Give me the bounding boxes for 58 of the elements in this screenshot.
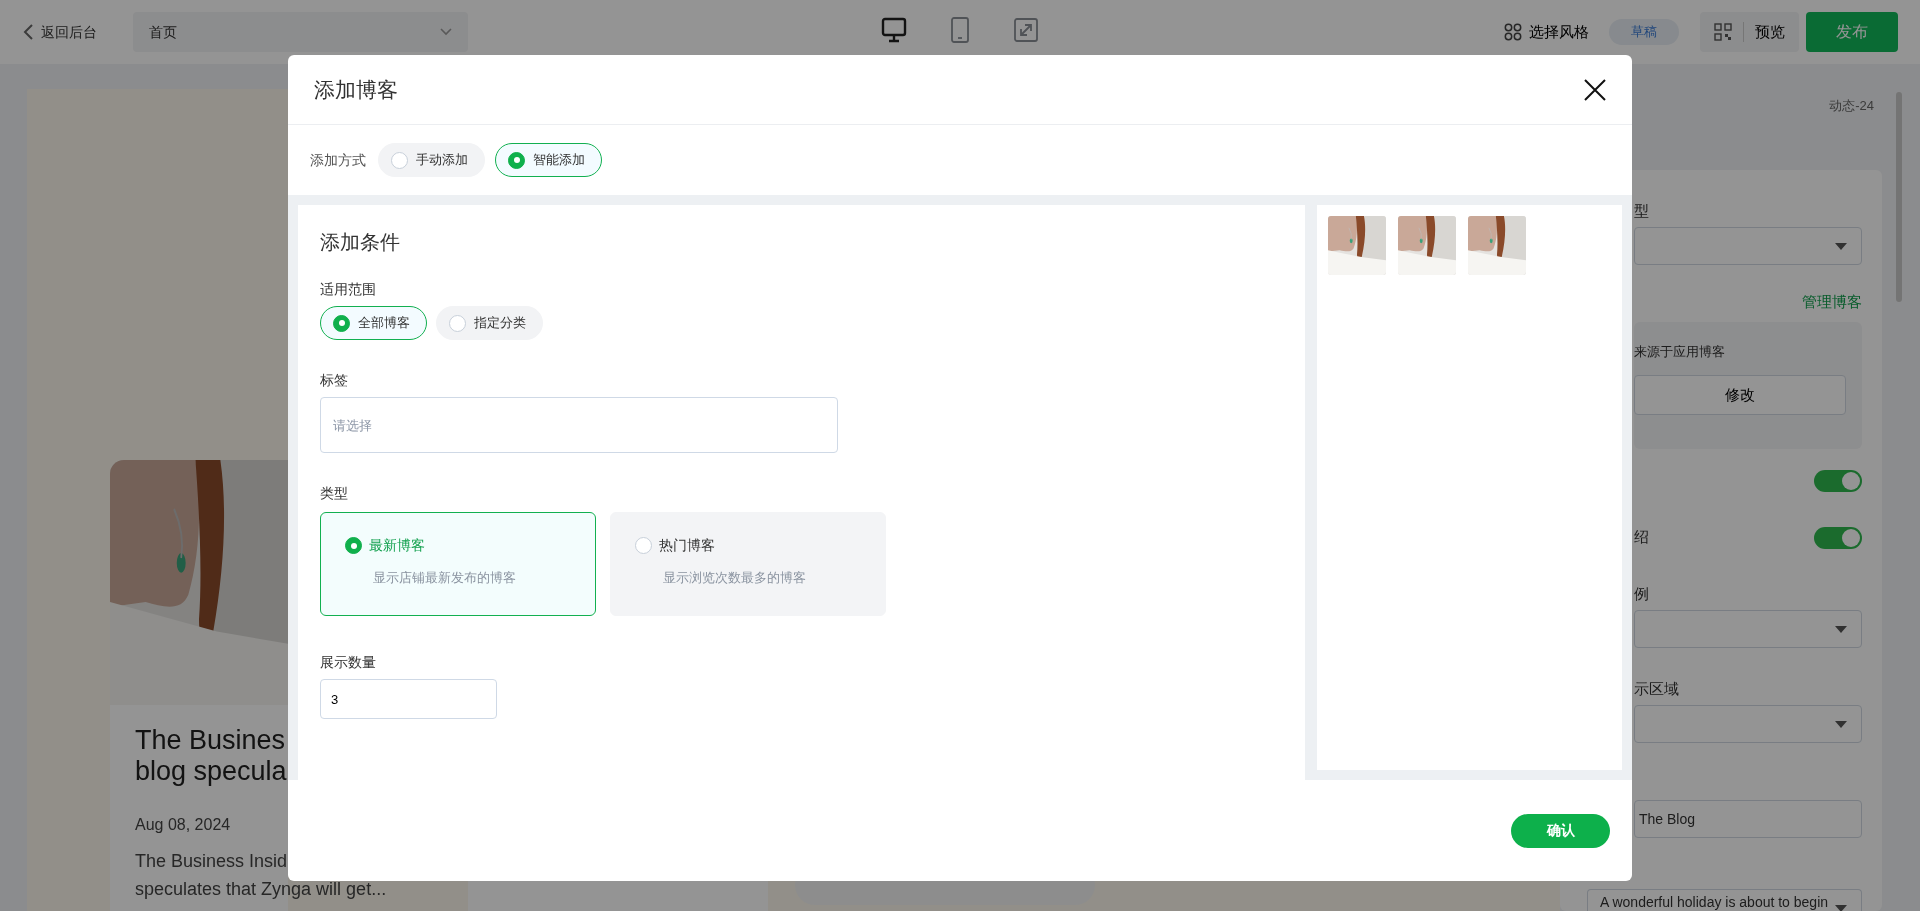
- toggle-switch[interactable]: [1814, 469, 1862, 492]
- select-field[interactable]: A wonderful holiday is about to begin: [1587, 888, 1862, 911]
- expand-icon: [1012, 16, 1040, 44]
- field-label: 绍: [1634, 527, 1649, 548]
- style-button[interactable]: 选择风格: [1498, 19, 1595, 45]
- option-title: 热门博客: [659, 536, 715, 555]
- option-title: 最新博客: [369, 536, 425, 555]
- field-label: 类型: [320, 484, 349, 503]
- post-excerpt: The Business Insid: [135, 850, 288, 873]
- radio-option[interactable]: 全部博客: [320, 306, 427, 340]
- option-description: 显示店铺最新发布的博客: [373, 569, 517, 587]
- field-label: 标签: [320, 371, 349, 390]
- radio-option[interactable]: 指定分类: [436, 306, 543, 340]
- edit-button[interactable]: 修改: [1634, 375, 1846, 415]
- field-label: 示区域: [1634, 678, 1680, 699]
- field-label: 适用范围: [320, 280, 377, 299]
- radio-icon: [345, 537, 362, 554]
- option-description: 显示浏览次数最多的博客: [663, 569, 807, 587]
- field-label: 例: [1634, 583, 1650, 604]
- post-title: The Busines: [135, 725, 286, 756]
- caret-icon: [1835, 720, 1847, 728]
- tag-select[interactable]: 请选择: [320, 397, 838, 453]
- grid-icon: [1504, 23, 1522, 41]
- scrollbar[interactable]: [1896, 92, 1902, 302]
- field-label: 添加方式: [310, 150, 366, 170]
- close-icon: [1584, 78, 1606, 101]
- section-title: 添加条件: [320, 230, 401, 255]
- post-title: blog specula: [135, 756, 287, 787]
- count-field[interactable]: 3: [320, 679, 497, 719]
- select-field[interactable]: [1634, 704, 1862, 743]
- radio-option[interactable]: 手动添加: [378, 143, 485, 177]
- section-id: 动态-24: [1828, 97, 1875, 115]
- chevron-left-icon: [22, 23, 34, 41]
- post-date: Aug 08, 2024: [135, 815, 232, 835]
- type-option[interactable]: 最新博客 显示店铺最新发布的博客: [320, 512, 596, 616]
- toggle-switch[interactable]: [1814, 526, 1862, 549]
- monitor-icon: [880, 16, 908, 44]
- select-field[interactable]: [1634, 609, 1862, 648]
- field-label: 展示数量: [320, 653, 377, 672]
- page-select[interactable]: 首页: [133, 12, 468, 52]
- dialog-title: 添加博客: [314, 76, 398, 103]
- qr-code-icon: [1714, 23, 1732, 41]
- source-text: 来源于应用博客: [1634, 342, 1726, 361]
- close-button[interactable]: [1584, 78, 1606, 101]
- caret-icon: [1835, 625, 1847, 633]
- text-field[interactable]: The Blog: [1634, 799, 1862, 838]
- back-link[interactable]: 返回后台: [22, 21, 97, 43]
- caret-icon: [1835, 904, 1847, 911]
- caret-icon: [1835, 243, 1847, 250]
- status-badge: 草稿: [1609, 19, 1679, 45]
- radio-option[interactable]: 智能添加: [495, 143, 602, 177]
- preview-button[interactable]: 预览: [1700, 12, 1799, 52]
- chevron-down-icon: [440, 28, 452, 36]
- type-option[interactable]: 热门博客 显示浏览次数最多的博客: [610, 512, 886, 616]
- field-label: 型: [1634, 201, 1650, 221]
- radio-icon: [635, 537, 652, 554]
- post-excerpt: speculates that Zynga will get...: [135, 878, 387, 901]
- select-field[interactable]: [1634, 227, 1862, 265]
